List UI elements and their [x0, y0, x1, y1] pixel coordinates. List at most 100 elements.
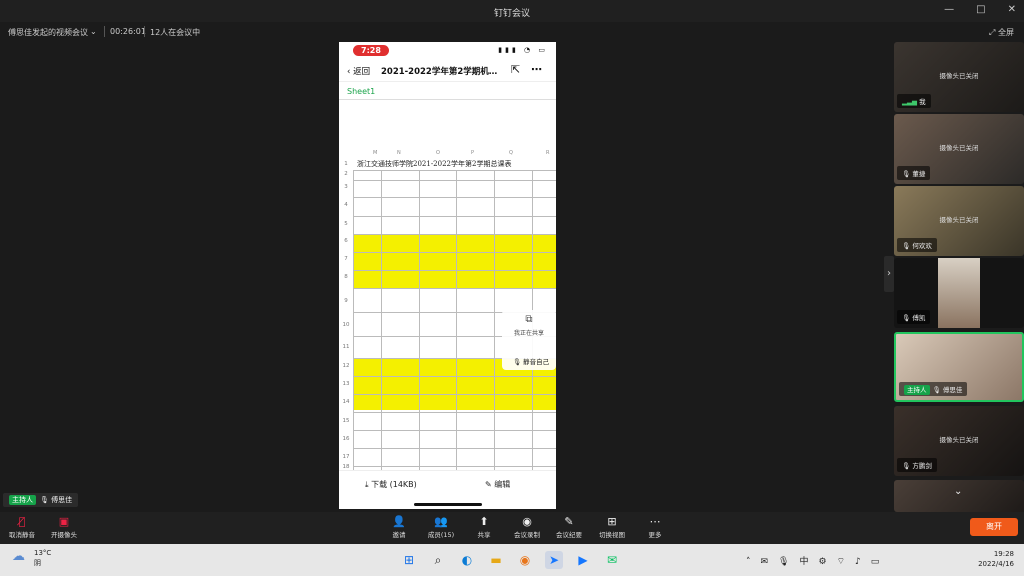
share-label: 共享 — [477, 531, 491, 539]
meeting-app-icon[interactable]: ▶ — [574, 551, 592, 569]
participant-tile[interactable]: 摄像头已关闭 ▂▃▅ 我 — [894, 42, 1024, 112]
participant-tile-active[interactable]: 主持人 🎙 傅思佳 — [894, 332, 1024, 402]
share-button[interactable]: ⬆ 共享 — [464, 515, 504, 539]
wifi-icon[interactable]: ⌔ — [837, 557, 855, 567]
edge-icon[interactable]: ◐ — [458, 551, 476, 569]
edit-button[interactable]: ✎ 编辑 — [485, 479, 510, 490]
mic-icon: 🎙 — [902, 462, 913, 470]
participant-name-tag: 主持人 🎙 傅思佳 — [899, 382, 968, 396]
mic-tray-icon[interactable]: 🎙 — [778, 557, 799, 567]
participant-tile[interactable]: 摄像头已关闭 🎙 董捷 — [894, 114, 1024, 184]
phone-status-icons: ▮▮▮ ◔ ▭ — [498, 46, 548, 54]
column-header[interactable]: Q — [509, 150, 513, 158]
participant-tile[interactable]: 🎙 傅凯 — [894, 258, 1024, 328]
back-button[interactable]: ‹ 返回 — [347, 65, 370, 77]
mic-icon: 🎙 — [40, 496, 52, 504]
unmute-button[interactable]: 🎙̸ 取消静音 — [2, 515, 42, 539]
more-icon[interactable]: ⋯ — [531, 63, 542, 76]
dingtalk-icon[interactable]: ➤ — [545, 551, 563, 569]
search-icon[interactable]: ⌕ — [429, 551, 447, 569]
more-button[interactable]: ⋯ 更多 — [635, 515, 675, 539]
chevron-down-icon[interactable]: ⌄ — [90, 27, 97, 36]
row-number: 16 — [342, 436, 350, 442]
column-header[interactable]: N — [397, 150, 401, 158]
mic-off-icon: 🎙̸ — [18, 515, 26, 528]
column-header[interactable]: M — [373, 150, 377, 158]
column-header[interactable]: R — [546, 150, 549, 158]
clock-time: 19:28 — [993, 550, 1014, 558]
invite-button[interactable]: 👤 邀请 — [379, 515, 419, 539]
grid-line — [353, 170, 556, 171]
participant-name: 我 — [919, 98, 926, 106]
minutes-label: 会议纪要 — [556, 531, 582, 539]
row-number: 13 — [342, 381, 350, 387]
participants-panel: 摄像头已关闭 ▂▃▅ 我 摄像头已关闭 🎙 董捷 摄像头已关闭 🎙 何欢欢 🎙 … — [894, 42, 1024, 512]
doc-nav-bar: ‹ 返回 2021-2022学年第2学期机… ⇱ ⋯ — [339, 60, 556, 82]
participant-name: 傅凯 — [912, 314, 926, 322]
file-explorer-icon[interactable]: ▬ — [487, 551, 505, 569]
divider — [144, 26, 145, 37]
close-icon[interactable]: ✕ — [1008, 4, 1016, 15]
mic-icon: 🎙 — [932, 386, 943, 394]
wechat-tray-icon[interactable]: ✉ — [761, 557, 779, 567]
edit-label: 编辑 — [494, 480, 511, 489]
clock[interactable]: 19:28 2022/4/16 — [978, 549, 1014, 569]
download-button[interactable]: ⤓ 下载 (14KB) — [365, 479, 417, 490]
layout-icon: ⊞ — [607, 515, 617, 528]
members-button[interactable]: 👥 成员(15) — [421, 515, 461, 539]
row-number: 11 — [342, 344, 350, 350]
chevron-up-icon[interactable]: ˄ — [746, 557, 761, 567]
share-icon: ⬆ — [479, 515, 489, 528]
minimize-icon[interactable]: — — [944, 4, 954, 15]
participant-tile[interactable]: 摄像头已关闭 🎙 方鹏剑 — [894, 406, 1024, 476]
mic-icon: 🎙 — [902, 170, 913, 178]
battery-icon[interactable]: ▭ — [871, 557, 890, 567]
windows-start-icon[interactable]: ⊞ — [400, 551, 418, 569]
sheet-tab[interactable]: Sheet1 — [347, 87, 375, 96]
grid-line — [353, 376, 556, 377]
fullscreen-button[interactable]: ⤢ 全屏 — [989, 27, 1014, 38]
share-out-icon[interactable]: ⇱ — [511, 63, 520, 76]
row-number: 14 — [342, 399, 350, 405]
camera-button[interactable]: ▣ 开摄像头 — [44, 515, 84, 539]
row-number: 7 — [344, 256, 348, 262]
participant-name-tag: 🎙 方鹏剑 — [897, 458, 937, 472]
participant-tile[interactable]: 摄像头已关闭 🎙 何欢欢 — [894, 186, 1024, 256]
invite-label: 邀请 — [392, 531, 406, 539]
mute-self-label: 静音自己 — [523, 358, 550, 366]
mute-self-button[interactable]: 🎙 静音自己 — [506, 356, 556, 366]
grid-line — [353, 394, 556, 395]
sheet-title: 浙江交通技师学院2021-2022学年第2学期总课表 — [357, 160, 512, 168]
mic-icon: 🎙 — [902, 242, 913, 250]
screen-share-overlay: ⧉ 我正在共享 🎙 静音自己 — [502, 310, 556, 370]
fullscreen-icon: ⤢ — [989, 28, 998, 37]
chevron-down-icon[interactable]: ⌄ — [954, 486, 962, 497]
column-header[interactable]: O — [436, 150, 440, 158]
row-number: 17 — [342, 454, 350, 460]
meeting-toolbar: 🎙̸ 取消静音 ▣ 开摄像头 👤 邀请 👥 成员(15) ⬆ 共享 ◉ 会议录制 ✎ 会议纪要… — [0, 512, 1024, 544]
participant-tile[interactable]: ⌄ — [894, 480, 1024, 512]
record-button[interactable]: ◉ 会议录制 — [507, 515, 547, 539]
volume-icon[interactable]: ♪ — [855, 557, 871, 567]
participant-name: 何欢欢 — [912, 242, 932, 250]
weather-temp: 13°C — [34, 549, 52, 557]
collapse-sidebar-button[interactable]: › — [884, 256, 894, 292]
row-number: 1 — [344, 161, 348, 167]
settings-icon[interactable]: ⚙ — [819, 557, 837, 567]
doc-bottom-bar: ⤓ 下载 (14KB) ✎ 编辑 — [339, 470, 556, 509]
row-number: 5 — [344, 221, 348, 227]
ime-indicator[interactable]: 中 — [799, 557, 818, 567]
browser-icon[interactable]: ◉ — [516, 551, 534, 569]
unmute-label: 取消静音 — [9, 531, 35, 539]
leave-button[interactable]: 离开 — [970, 518, 1018, 536]
meeting-name[interactable]: 傅思佳发起的视频会议 — [8, 27, 88, 38]
minutes-button[interactable]: ✎ 会议纪要 — [549, 515, 589, 539]
column-header[interactable]: P — [471, 150, 474, 158]
maximize-icon[interactable]: □ — [976, 4, 985, 15]
row-number: 10 — [342, 322, 350, 328]
host-role: 主持人 — [9, 495, 36, 505]
participant-name-tag: ▂▃▅ 我 — [897, 94, 931, 108]
layout-button[interactable]: ⊞ 切换视图 — [592, 515, 632, 539]
wechat-icon[interactable]: ✉ — [603, 551, 621, 569]
window-controls: — □ ✕ — [944, 4, 1016, 15]
